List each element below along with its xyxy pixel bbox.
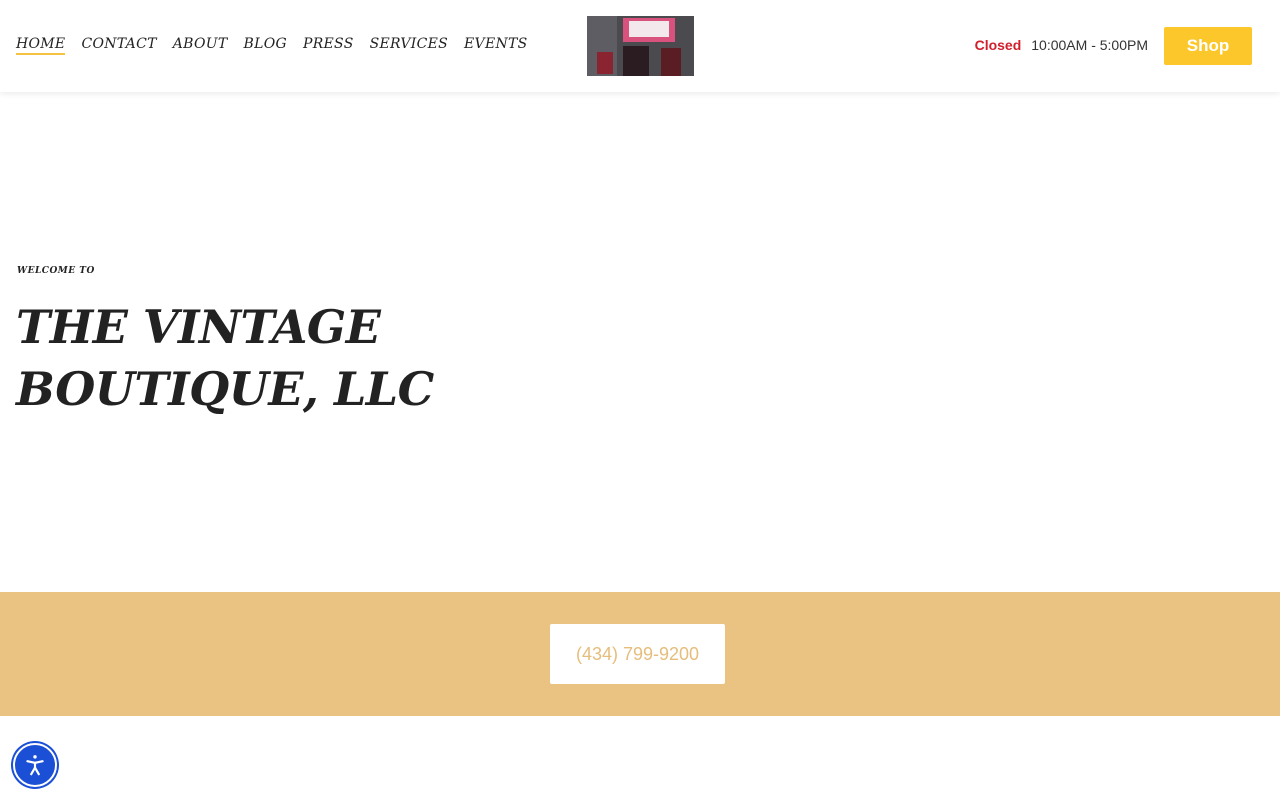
nav-item-about[interactable]: ABOUT: [173, 36, 228, 55]
main-nav: HOME CONTACT ABOUT BLOG PRESS SERVICES E…: [16, 36, 528, 55]
nav-item-events[interactable]: EVENTS: [464, 36, 528, 55]
shop-button[interactable]: Shop: [1164, 27, 1252, 65]
hero-section: WELCOME TO THE VINTAGE BOUTIQUE, LLC: [0, 92, 1280, 592]
hero-eyebrow: WELCOME TO: [17, 266, 95, 276]
hours-text: 10:00AM - 5:00PM: [1031, 37, 1148, 53]
nav-item-blog[interactable]: BLOG: [244, 36, 287, 55]
nav-item-home[interactable]: HOME: [16, 36, 66, 55]
phone-button[interactable]: (434) 799-9200: [550, 624, 725, 684]
accessibility-icon[interactable]: [13, 743, 57, 787]
nav-item-contact[interactable]: CONTACT: [81, 36, 156, 55]
status-badge: Closed: [974, 37, 1022, 53]
nav-item-press[interactable]: PRESS: [303, 36, 354, 55]
phone-band: (434) 799-9200: [0, 592, 1280, 716]
nav-item-services[interactable]: SERVICES: [370, 36, 448, 55]
site-header: HOME CONTACT ABOUT BLOG PRESS SERVICES E…: [0, 0, 1280, 92]
page-title: THE VINTAGE BOUTIQUE, LLC: [16, 300, 434, 416]
storefront-photo-icon[interactable]: [587, 16, 694, 76]
business-hours: Closed 10:00AM - 5:00PM: [975, 37, 1148, 53]
